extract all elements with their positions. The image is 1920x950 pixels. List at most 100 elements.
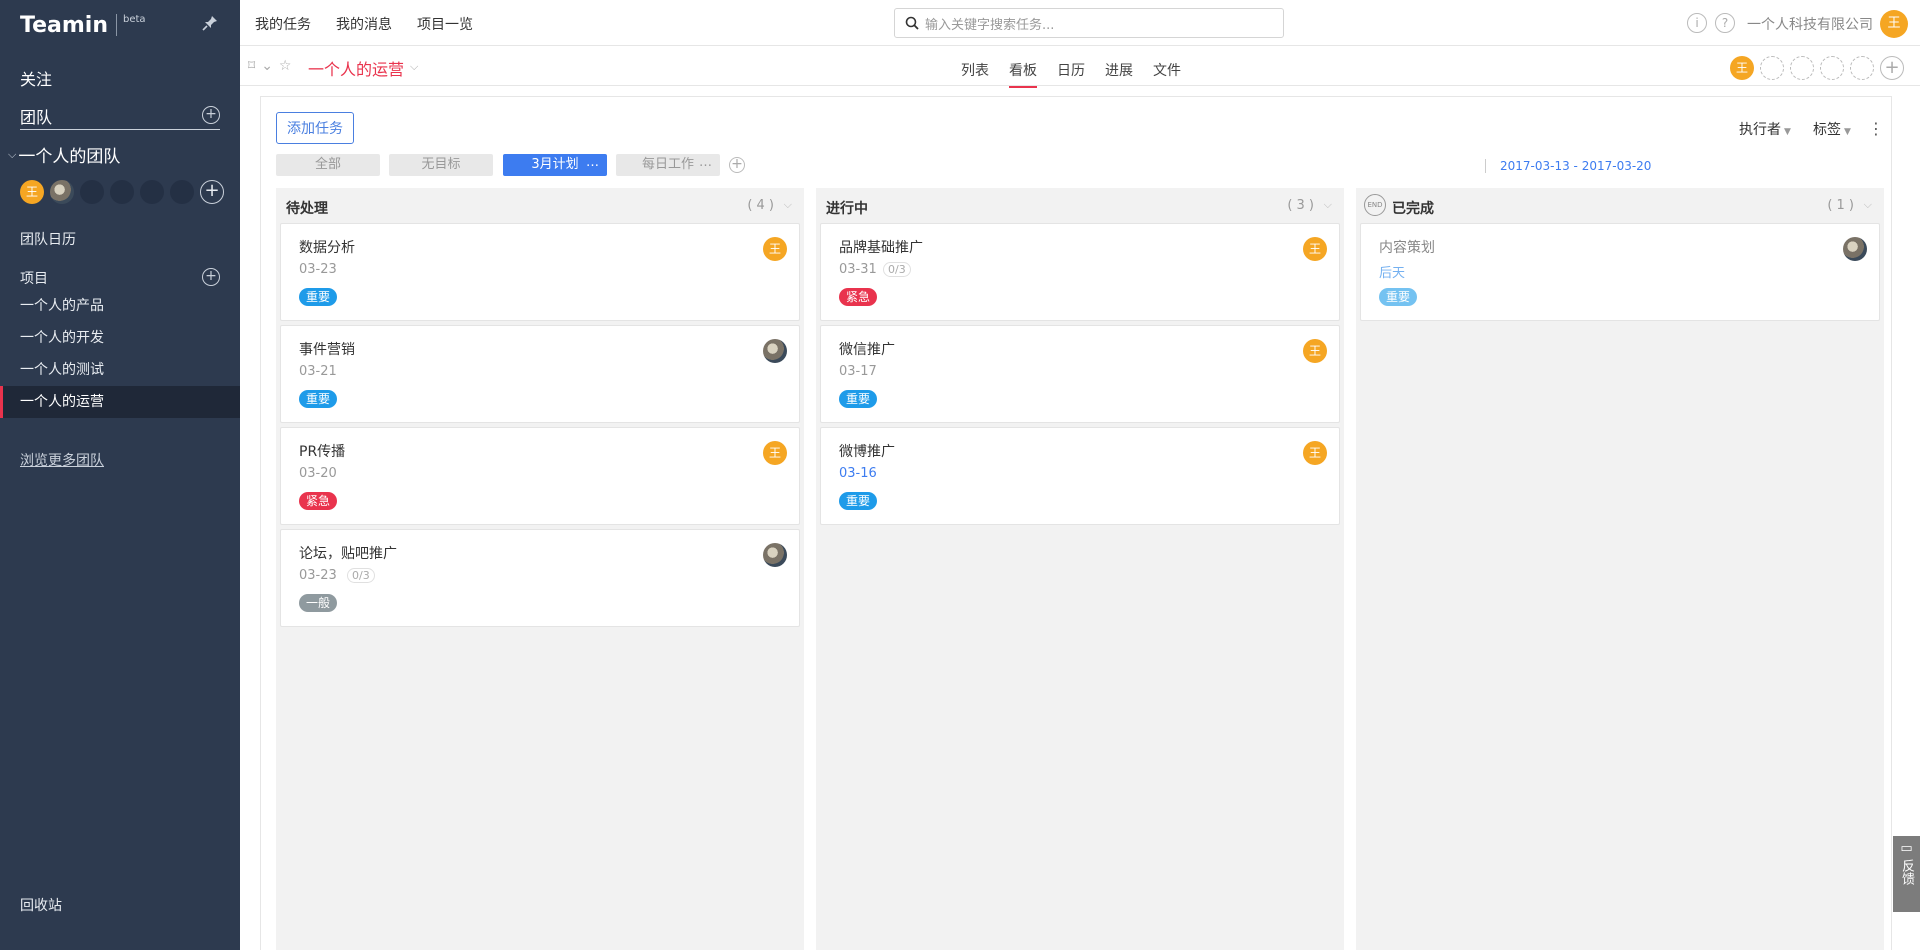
column-count: ( 3 ) <box>1287 198 1314 213</box>
more-options-icon[interactable]: ⋮ <box>1868 119 1884 138</box>
board-column: 进行中 ( 3 ) ⌵ 品牌基础推广 03-31 0/3 紧急 王 微信推广 0… <box>816 188 1344 950</box>
tag-filter[interactable]: 标签 ▼ <box>1813 119 1851 139</box>
my-messages-link[interactable]: 我的消息 <box>336 14 392 34</box>
task-date: 03-23 <box>299 262 337 277</box>
task-date: 03-23 <box>299 568 337 583</box>
chevron-down-icon: ⌵ <box>8 147 17 161</box>
add-member-icon[interactable]: + <box>200 180 224 204</box>
feedback-button[interactable]: ▭ 反馈 <box>1893 836 1920 912</box>
company-name[interactable]: 一个人科技有限公司 <box>1747 14 1873 34</box>
plan-tab-label: 3月计划 <box>531 157 579 172</box>
task-card[interactable]: PR传播 03-20 紧急 王 <box>280 427 800 525</box>
search-input[interactable]: 输入关键字搜索任务... <box>894 8 1284 38</box>
task-card[interactable]: 内容策划 后天 重要 <box>1360 223 1880 321</box>
assignee-filter-label: 执行者 <box>1739 122 1781 138</box>
task-title: 品牌基础推广 <box>839 240 923 256</box>
chevron-down-icon[interactable]: ⌵ <box>784 198 792 212</box>
chevron-down-icon[interactable]: ⌵ <box>410 60 418 74</box>
team-members: 王 + <box>20 180 224 204</box>
sidebar-team-calendar[interactable]: 团队日历 <box>20 229 76 249</box>
priority-badge: 重要 <box>1379 288 1418 306</box>
browse-more-teams-link[interactable]: 浏览更多团队 <box>20 450 104 470</box>
avatar[interactable]: 王 <box>1730 56 1754 80</box>
task-card[interactable]: 论坛，贴吧推广 03-23 0/3 一般 <box>280 529 800 627</box>
brand-name: Teamin <box>20 12 108 38</box>
task-title: 内容策划 <box>1379 240 1435 256</box>
avatar[interactable]: 王 <box>763 237 787 261</box>
tab-calendar[interactable]: 日历 <box>1057 60 1085 86</box>
tab-board[interactable]: 看板 <box>1009 60 1037 88</box>
project-title[interactable]: 一个人的运营 <box>308 56 404 80</box>
projects-overview-link[interactable]: 项目一览 <box>417 14 473 34</box>
avatar[interactable]: 王 <box>1303 339 1327 363</box>
add-project-icon[interactable]: + <box>202 268 220 286</box>
sidebar-project-item[interactable]: 一个人的测试 <box>0 354 240 386</box>
info-icon[interactable]: i <box>1687 13 1707 33</box>
more-icon[interactable]: … <box>699 152 712 174</box>
task-title: 微信推广 <box>839 342 895 358</box>
tab-files[interactable]: 文件 <box>1153 60 1181 86</box>
priority-badge: 一般 <box>299 594 338 612</box>
feedback-label: 反馈 <box>1899 859 1914 885</box>
task-card[interactable]: 微信推广 03-17 重要 王 <box>820 325 1340 423</box>
avatar[interactable]: 王 <box>1303 237 1327 261</box>
help-icon[interactable]: ? <box>1715 13 1735 33</box>
avatar[interactable] <box>1843 237 1867 261</box>
column-count: ( 4 ) <box>747 198 774 213</box>
avatar-placeholder <box>170 180 194 204</box>
sidebar-project-item-active[interactable]: 一个人的运营 <box>0 386 240 418</box>
subtask-count: 0/3 <box>883 262 911 277</box>
member-slot[interactable] <box>1790 56 1814 80</box>
avatar[interactable] <box>50 180 74 204</box>
sidebar-project-item[interactable]: 一个人的产品 <box>0 290 240 322</box>
plan-tab-march[interactable]: 3月计划 … <box>503 154 607 176</box>
add-member-icon[interactable]: + <box>1880 56 1904 80</box>
sidebar-project-item[interactable]: 一个人的开发 <box>0 322 240 354</box>
tab-progress[interactable]: 进展 <box>1105 60 1133 86</box>
brand-divider <box>115 14 117 36</box>
task-date: 03-16 <box>839 466 877 481</box>
collapse-icon[interactable]: ⌄ <box>261 58 273 74</box>
plan-tab-daily[interactable]: 每日工作… <box>616 154 720 176</box>
member-slot[interactable] <box>1850 56 1874 80</box>
member-slot[interactable] <box>1820 56 1844 80</box>
search-icon <box>905 16 919 30</box>
add-task-button[interactable]: 添加任务 <box>276 112 354 144</box>
assignee-filter[interactable]: 执行者 ▼ <box>1739 119 1791 139</box>
sidebar-team-group[interactable]: ⌵ 一个人的团队 <box>8 142 120 167</box>
brand-logo[interactable]: Teamin beta <box>20 12 146 38</box>
tab-list[interactable]: 列表 <box>961 60 989 86</box>
chevron-down-icon: ▼ <box>1784 127 1791 137</box>
priority-badge: 重要 <box>839 492 878 510</box>
chat-icon: ▭ <box>1900 841 1913 856</box>
task-card[interactable]: 事件营销 03-21 重要 <box>280 325 800 423</box>
avatar[interactable] <box>763 339 787 363</box>
chevron-down-icon[interactable]: ⌵ <box>1864 198 1872 212</box>
trash-link[interactable]: 回收站 <box>20 895 62 915</box>
plan-tab-no-goal[interactable]: 无目标 <box>389 154 493 176</box>
my-tasks-link[interactable]: 我的任务 <box>255 14 311 34</box>
task-card[interactable]: 数据分析 03-23 重要 王 <box>280 223 800 321</box>
avatar[interactable] <box>763 543 787 567</box>
star-icon[interactable]: ☆ <box>279 58 292 74</box>
expand-icon[interactable]: ⌑ <box>248 58 255 74</box>
chevron-down-icon[interactable]: ⌵ <box>1324 198 1332 212</box>
date-range[interactable]: 2017-03-13 - 2017-03-20 <box>1485 159 1651 173</box>
avatar[interactable]: 王 <box>1303 441 1327 465</box>
task-date: 03-20 <box>299 466 337 481</box>
plan-tab-all[interactable]: 全部 <box>276 154 380 176</box>
member-slot[interactable] <box>1760 56 1784 80</box>
user-avatar[interactable]: 王 <box>1880 10 1908 38</box>
pin-icon[interactable] <box>201 14 219 32</box>
avatar[interactable]: 王 <box>763 441 787 465</box>
more-icon[interactable]: … <box>586 152 599 174</box>
avatar[interactable]: 王 <box>20 180 44 204</box>
sidebar-team-row: 团队 + <box>20 104 220 130</box>
avatar-placeholder <box>110 180 134 204</box>
add-plan-icon[interactable]: + <box>729 157 745 173</box>
sidebar-follow[interactable]: 关注 <box>20 66 52 90</box>
sidebar-team-label[interactable]: 团队 <box>20 108 52 127</box>
task-card[interactable]: 微博推广 03-16 重要 王 <box>820 427 1340 525</box>
task-card[interactable]: 品牌基础推广 03-31 0/3 紧急 王 <box>820 223 1340 321</box>
add-team-icon[interactable]: + <box>202 106 220 124</box>
